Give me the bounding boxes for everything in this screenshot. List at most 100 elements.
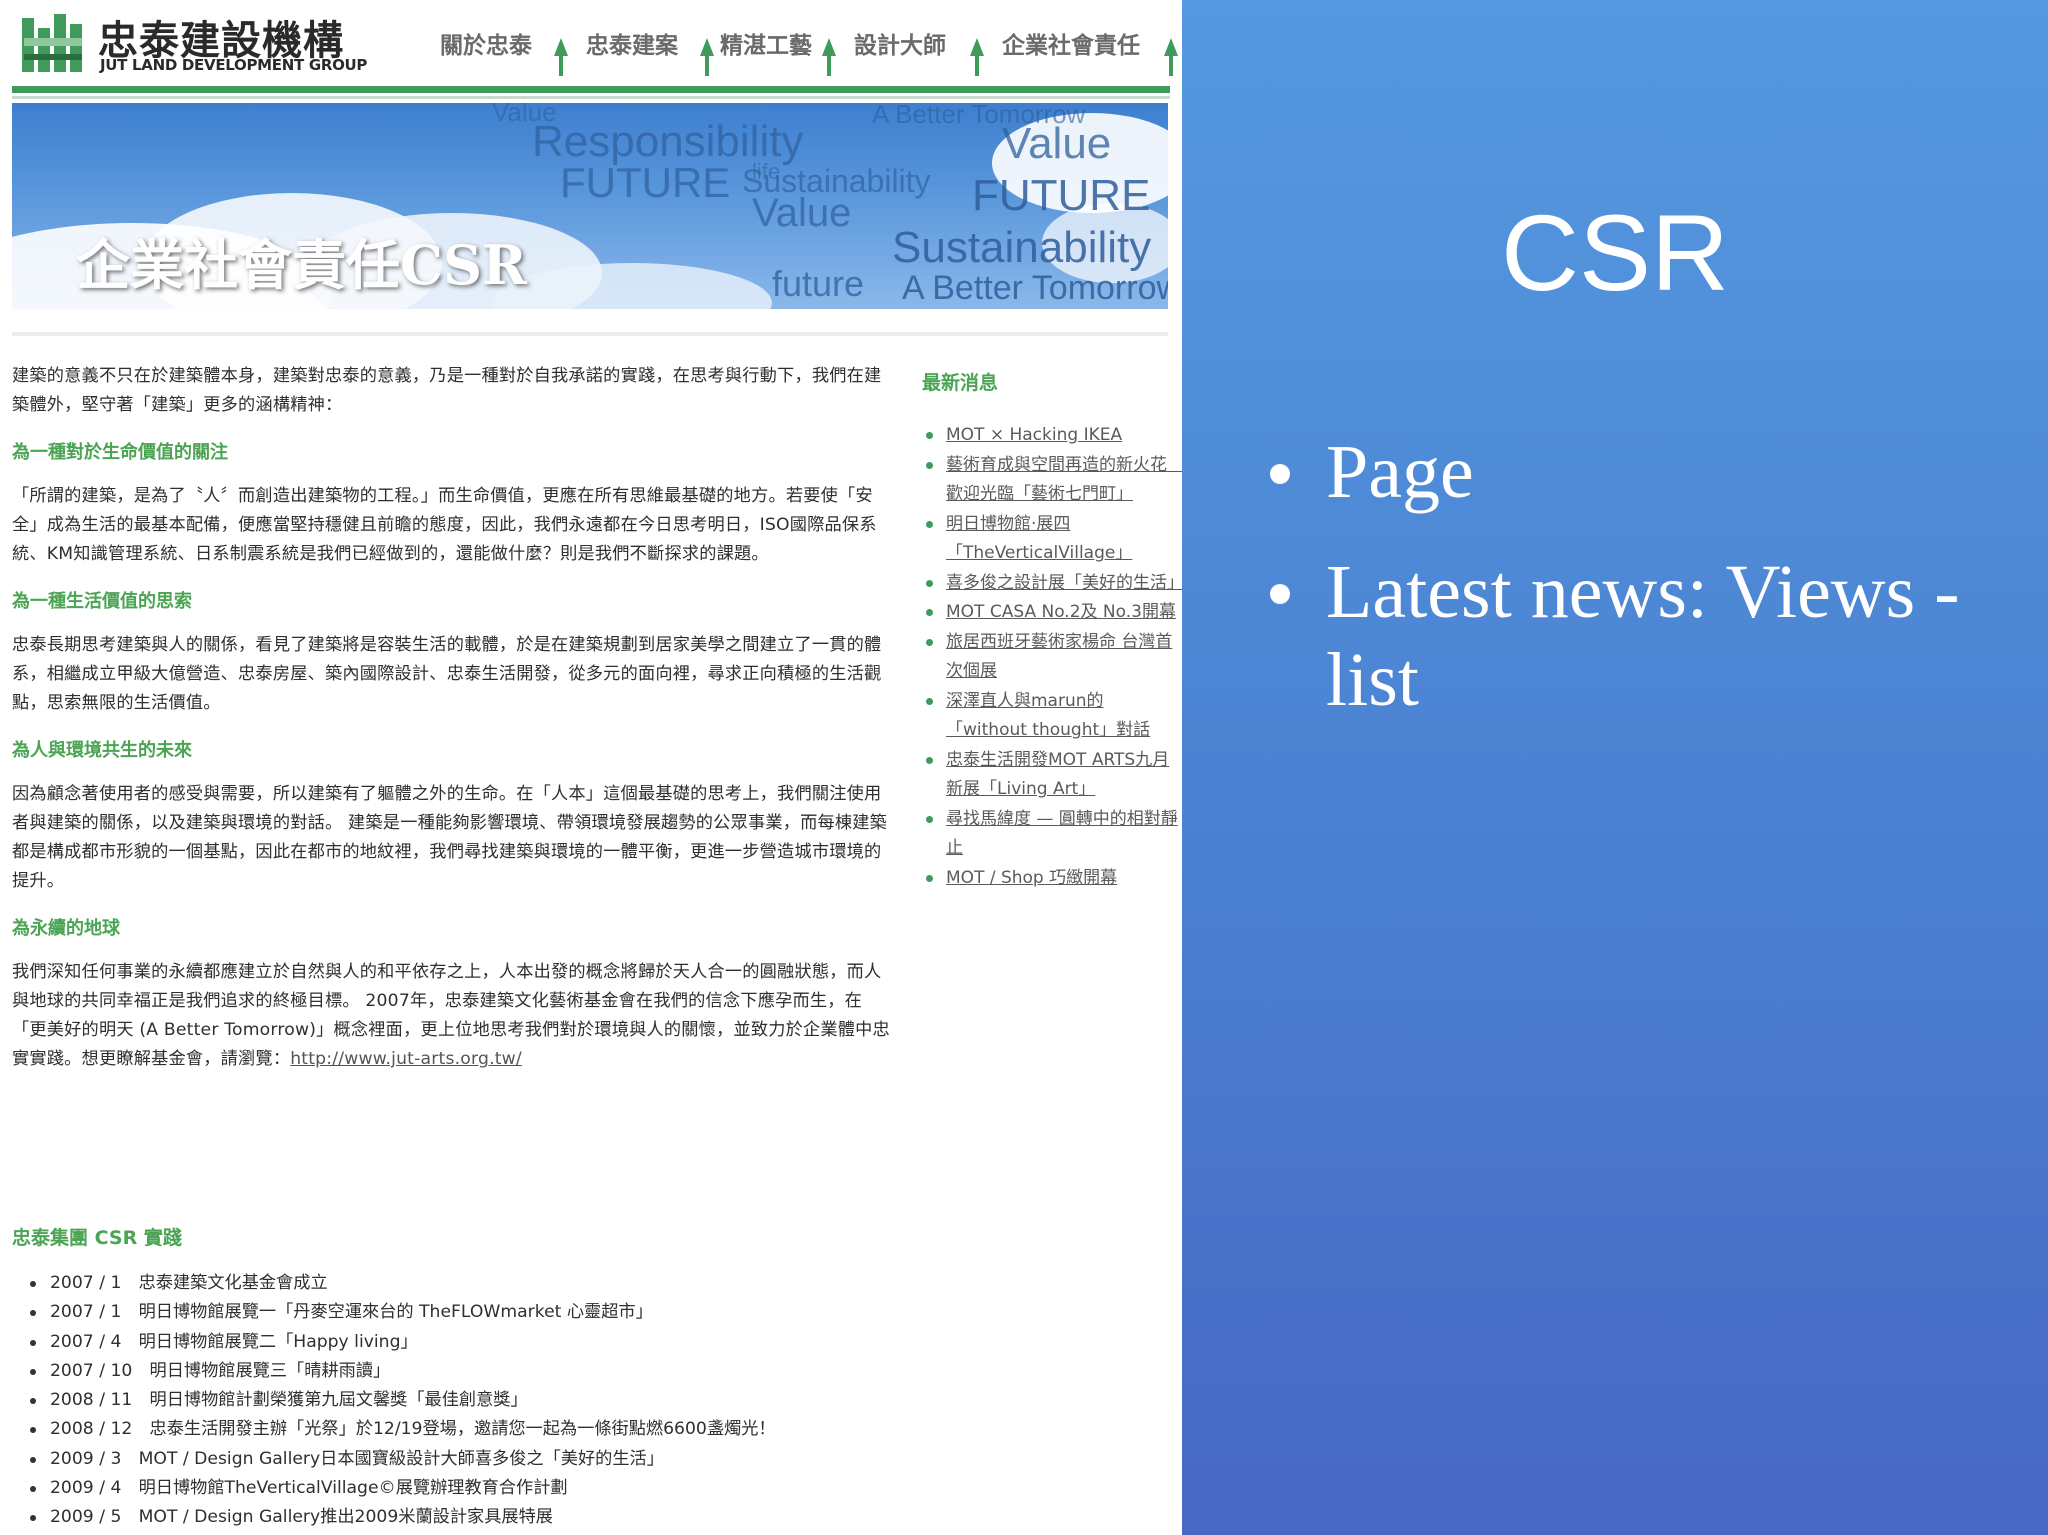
latest-news: 最新消息 MOT × Hacking IKEA 藝術育成與空間再造的新火花 歡迎…: [922, 368, 1182, 893]
news-link[interactable]: 藝術育成與空間再造的新火花 歡迎光臨「藝術七門町」: [946, 451, 1182, 510]
csr-practice-item: 2009 / 3 MOT / Design Gallery日本國寶級設計大師喜多…: [26, 1445, 926, 1474]
bullet-icon: [926, 461, 933, 469]
csr-practice-item: 2007 / 4 明日博物館展覽二「Happy living」: [26, 1328, 926, 1357]
banner-word: Sustainability: [892, 223, 1152, 272]
article-intro: 建築的意義不只在於建築體本身，建築對忠泰的意義，乃是一種對於自我承諾的實踐，在思…: [12, 366, 882, 415]
tree-icon: [700, 38, 714, 76]
csr-practice-item: 2008 / 12 忠泰生活開發主辦「光祭」於12/19登場，邀請您一起為一條街…: [26, 1415, 926, 1444]
site-header: 忠泰建設機構 JUT LAND DEVELOPMENT GROUP 關於忠泰 忠…: [12, 0, 1178, 100]
tree-icon: [822, 38, 836, 76]
banner-word: A Better Tomorrow: [902, 269, 1168, 307]
csr-practice-text: 2008 / 11 明日博物館計劃榮獲第九屆文馨獎「最佳創意獎」: [50, 1390, 528, 1411]
csr-practice-item: 2009 / 5 MOT / Design Gallery推出2009米蘭設計家…: [26, 1503, 926, 1532]
bullet-icon: [926, 520, 933, 528]
news-link[interactable]: 忠泰生活開發MOT ARTS九月新展「Living Art」: [946, 746, 1182, 805]
slide-bullet-text: Page: [1326, 430, 1474, 514]
section-body-with-link: 我們深知任何事業的永續都應建立於自然與人的和平依存之上，人本出發的概念將歸於天人…: [12, 958, 892, 1074]
bullet-icon: [926, 609, 933, 616]
website-screenshot: 忠泰建設機構 JUT LAND DEVELOPMENT GROUP 關於忠泰 忠…: [0, 0, 1182, 1535]
news-list: MOT × Hacking IKEA 藝術育成與空間再造的新火花 歡迎光臨「藝術…: [922, 421, 1182, 893]
bullet-icon: [926, 697, 933, 705]
section-body: 「所謂的建築，是為了〝人〞而創造出建築物的工程。」而生命價值，更應在所有思維最基…: [12, 486, 877, 564]
bullet-icon: [30, 1339, 36, 1346]
slide-title: CSR: [1500, 192, 1730, 313]
news-item: MOT × Hacking IKEA: [922, 421, 1182, 451]
banner-word: Value: [1002, 119, 1112, 168]
slide-bullet-list: Page Latest news: Views - list: [1262, 428, 2022, 756]
nav-craftsmanship[interactable]: 精湛工藝: [720, 26, 812, 60]
bullet-icon: [926, 815, 933, 823]
bullet-icon: [30, 1281, 36, 1287]
section-heading: 為永續的地球: [12, 918, 120, 939]
nav-design-masters[interactable]: 設計大師: [854, 26, 946, 60]
news-item: MOT / Shop 巧緻開幕: [922, 864, 1182, 894]
news-item: 深澤直人與marun的「without thought」對話: [922, 687, 1182, 746]
tree-icon: [1164, 38, 1178, 76]
section-body: 忠泰長期思考建築與人的關係，看見了建築將是容裝生活的載體，於是在建築規劃到居家美…: [12, 635, 882, 713]
header-divider-light: [12, 96, 1170, 99]
slide-panel: CSR Page Latest news: Views - list: [1182, 0, 2048, 1535]
bullet-icon: [30, 1456, 36, 1463]
slide-bullet-text: Latest news: Views - list: [1326, 550, 1960, 722]
bullet-icon: [30, 1368, 36, 1375]
bullet-icon: [30, 1427, 36, 1434]
banner-word: Value: [752, 191, 852, 235]
news-link[interactable]: 深澤直人與marun的「without thought」對話: [946, 687, 1182, 746]
nav-csr[interactable]: 企業社會責任: [1002, 26, 1140, 60]
news-link[interactable]: 明日博物館‧展四「TheVerticalVillage」: [946, 510, 1182, 569]
csr-practice-text: 2007 / 10 明日博物館展覽三「晴耕雨讀」: [50, 1360, 391, 1381]
banner-word: FUTURE: [560, 159, 731, 206]
news-item: 明日博物館‧展四「TheVerticalVillage」: [922, 510, 1182, 569]
csr-practice-text: 2008 / 12 忠泰生活開發主辦「光祭」於12/19登場，邀請您一起為一條街…: [50, 1419, 776, 1440]
bullet-icon: [1270, 464, 1290, 484]
csr-practice-item: 2009 / 4 明日博物館TheVerticalVillage©展覽辦理教育合…: [26, 1474, 926, 1503]
latest-news-title: 最新消息: [922, 372, 999, 394]
foundation-link[interactable]: http://www.jut-arts.org.tw/: [290, 1049, 522, 1069]
banner-title: 企業社會責任CSR: [76, 233, 527, 297]
csr-practice-text: 2007 / 1 明日博物館展覽一「丹麥空運來台的 TheFLOWmarket …: [50, 1302, 653, 1323]
news-item: 喜多俊之設計展「美好的生活」: [922, 569, 1182, 599]
section-heading: 為一種生活價值的思索: [12, 591, 192, 612]
header-divider: [12, 86, 1170, 93]
section-body: 因為顧念著使用者的感受與需要，所以建築有了軀體之外的生命。在「人本」這個最基礎的…: [12, 784, 888, 891]
nav-about[interactable]: 關於忠泰: [440, 26, 532, 60]
news-item: 旅居西班牙藝術家楊命 台灣首次個展: [922, 628, 1182, 687]
news-item: 尋找馬緯度 — 圓轉中的相對靜止: [922, 805, 1182, 864]
news-link[interactable]: 旅居西班牙藝術家楊命 台灣首次個展: [946, 628, 1182, 687]
csr-practice-item: 2007 / 10 明日博物館展覽三「晴耕雨讀」: [26, 1357, 926, 1386]
banner-word: future: [772, 263, 865, 304]
bullet-icon: [926, 756, 933, 764]
csr-practice-text: 2007 / 4 明日博物館展覽二「Happy living」: [50, 1331, 418, 1352]
content-divider: [12, 332, 1168, 336]
slide-bullet: Latest news: Views - list: [1262, 548, 2022, 724]
bullet-icon: [926, 874, 933, 882]
bullet-icon: [926, 579, 933, 587]
bullet-icon: [30, 1310, 36, 1317]
logo-icon: [22, 14, 82, 72]
csr-article: 建築的意義不只在於建築體本身，建築對忠泰的意義，乃是一種對於自我承諾的實踐，在思…: [12, 362, 892, 1074]
news-item: 忠泰生活開發MOT ARTS九月新展「Living Art」: [922, 746, 1182, 805]
banner-word: FUTURE: [972, 171, 1151, 220]
tree-icon: [970, 38, 984, 76]
csr-practice-item: 2007 / 1 明日博物館展覽一「丹麥空運來台的 TheFLOWmarket …: [26, 1298, 926, 1327]
news-link[interactable]: MOT CASA No.2及 No.3開幕: [946, 598, 1182, 628]
csr-practice-text: 2009 / 3 MOT / Design Gallery日本國寶級設計大師喜多…: [50, 1448, 664, 1469]
csr-practice-text: 2007 / 1 忠泰建築文化基金會成立: [50, 1273, 328, 1293]
news-item: MOT CASA No.2及 No.3開幕: [922, 598, 1182, 628]
news-link[interactable]: 尋找馬緯度 — 圓轉中的相對靜止: [946, 805, 1182, 864]
csr-practice-item: 2007 / 1 忠泰建築文化基金會成立: [26, 1269, 926, 1298]
bullet-icon: [30, 1515, 36, 1522]
news-link[interactable]: MOT / Shop 巧緻開幕: [946, 864, 1182, 894]
csr-practice-item: 2008 / 11 明日博物館計劃榮獲第九屆文馨獎「最佳創意獎」: [26, 1386, 926, 1415]
csr-practice-list: 2007 / 1 忠泰建築文化基金會成立 2007 / 1 明日博物館展覽一「丹…: [26, 1269, 926, 1533]
logo-english-name: JUT LAND DEVELOPMENT GROUP: [100, 56, 368, 74]
news-item: 藝術育成與空間再造的新火花 歡迎光臨「藝術七門町」: [922, 451, 1182, 510]
bullet-icon: [926, 638, 933, 646]
news-link[interactable]: MOT × Hacking IKEA: [946, 421, 1182, 451]
section-heading: 為一種對於生命價值的關注: [12, 442, 228, 463]
banner-word: life: [752, 159, 781, 184]
section-heading: 為人與環境共生的未來: [12, 740, 192, 761]
news-link[interactable]: 喜多俊之設計展「美好的生活」: [946, 569, 1182, 599]
csr-banner: Value A Better Tomorrow Responsibility V…: [12, 103, 1168, 309]
nav-projects[interactable]: 忠泰建案: [586, 26, 678, 60]
